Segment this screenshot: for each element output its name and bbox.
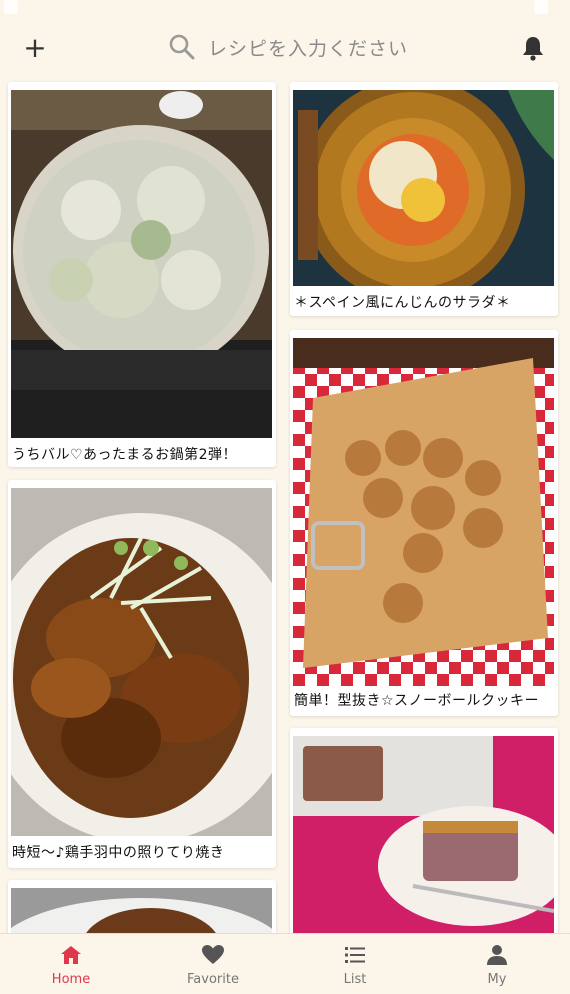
- tab-label: Home: [51, 972, 91, 987]
- person-icon: [487, 945, 507, 965]
- tab-favorite[interactable]: Favorite: [142, 934, 284, 994]
- home-icon: [61, 946, 81, 964]
- tab-my[interactable]: My: [426, 934, 568, 994]
- status-bar: [0, 0, 570, 18]
- status-indicator: [4, 0, 18, 14]
- recipe-image-hotpot: [11, 90, 272, 438]
- search-icon: [169, 34, 195, 60]
- tab-label: List: [343, 972, 367, 987]
- recipe-grid: うちバル♡あったまるお鍋第2弾！ ＊スペイン風にんじんのサラダ＊ 簡単！型抜き☆…: [0, 78, 570, 933]
- tab-label: My: [487, 972, 507, 987]
- recipe-card[interactable]: 時短～♪鶏手羽中の照りてり焼き: [8, 480, 276, 868]
- search-field[interactable]: レシピを入力ください: [168, 26, 428, 68]
- recipe-image-cake: [293, 736, 554, 933]
- recipe-card[interactable]: [8, 880, 276, 933]
- status-indicator: [534, 0, 548, 14]
- tab-label: Favorite: [187, 972, 239, 987]
- bottom-navigation: Home Favorite List My: [0, 933, 570, 994]
- recipe-title: 簡単！型抜き☆スノーボールクッキー: [294, 693, 540, 709]
- recipe-card[interactable]: ＊スペイン風にんじんのサラダ＊: [290, 82, 558, 316]
- recipe-title: うちバル♡あったまるお鍋第2弾！: [12, 447, 238, 463]
- recipe-image-cookies: [293, 338, 554, 686]
- recipe-card[interactable]: うちバル♡あったまるお鍋第2弾！: [8, 82, 276, 467]
- recipe-title: 時短～♪鶏手羽中の照りてり焼き: [12, 845, 225, 861]
- tab-home[interactable]: Home: [0, 934, 142, 994]
- heart-icon: [202, 945, 224, 964]
- top-bar: + レシピを入力ください: [0, 18, 570, 78]
- recipe-image-partial: [11, 888, 272, 933]
- list-icon: [345, 947, 365, 963]
- recipe-image-carrot-salad: [293, 90, 554, 286]
- recipe-image-chicken-wings: [11, 488, 272, 836]
- recipe-title: ＊スペイン風にんじんのサラダ＊: [294, 295, 511, 311]
- recipe-card[interactable]: [290, 728, 558, 933]
- bell-icon[interactable]: [520, 34, 546, 62]
- search-placeholder: レシピを入力ください: [208, 37, 409, 60]
- recipe-card[interactable]: 簡単！型抜き☆スノーボールクッキー: [290, 330, 558, 716]
- add-button[interactable]: +: [22, 30, 48, 66]
- tab-list[interactable]: List: [284, 934, 426, 994]
